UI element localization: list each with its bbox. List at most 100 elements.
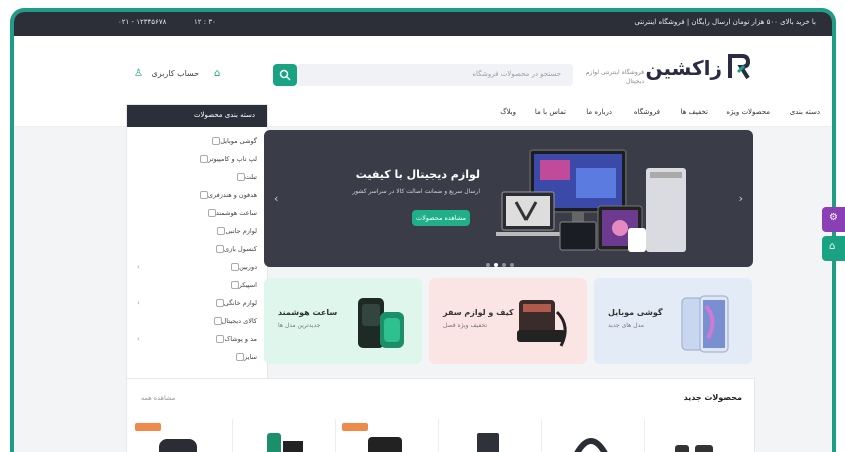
category-label: دوربین xyxy=(239,263,257,271)
slider-dot[interactable] xyxy=(510,263,514,267)
slider-next-arrow[interactable]: › xyxy=(739,192,743,205)
promo-banner-phone[interactable]: گوشی موبایل مدل های جدید xyxy=(594,278,752,364)
hero-slider[interactable]: ‹ › لوازم دیجیتال با کیفیت ارسال سریع و … xyxy=(264,130,753,267)
slider-dot[interactable] xyxy=(486,263,490,267)
category-menu-title: دسته بندی محصولات xyxy=(193,111,255,119)
search-button[interactable] xyxy=(273,64,297,86)
user-account-button[interactable]: ♙ حساب کاربری xyxy=(134,68,199,79)
product-image xyxy=(368,437,402,452)
category-icon xyxy=(215,299,224,307)
search-icon xyxy=(279,69,291,81)
category-item[interactable]: سایر xyxy=(232,353,257,361)
nav-item-contact[interactable]: تماس با ما xyxy=(535,108,566,116)
browser-frame: ۰۲۱ - ۱۲۳۴۵۶۷۸ ۱۲ : ۳۰ با خرید بالای ۵۰۰… xyxy=(10,8,836,452)
cart-button[interactable]: ⌂ xyxy=(214,68,220,79)
category-item[interactable]: ساعت هوشمند xyxy=(204,209,257,217)
category-icon xyxy=(200,155,209,163)
category-label: کالای دیجیتال xyxy=(221,317,257,325)
product-image xyxy=(159,439,197,452)
category-item[interactable]: کالای دیجیتال xyxy=(210,317,257,325)
chevron-left-icon: ‹ xyxy=(137,335,140,343)
category-icon xyxy=(199,191,208,199)
category-item[interactable]: لوازم جانبی xyxy=(213,227,257,235)
category-label: تبلت xyxy=(244,173,257,181)
category-item[interactable]: کنسول بازی xyxy=(212,245,257,253)
nav-item-discounts[interactable]: تخفیف ها xyxy=(681,108,708,116)
slider-dots xyxy=(486,252,518,267)
product-card[interactable] xyxy=(438,419,539,452)
section-title: محصولات جدید xyxy=(683,393,742,402)
category-label: لوازم خانگی xyxy=(223,299,257,307)
nav-item-about[interactable]: درباره ما xyxy=(586,108,612,116)
bag-image xyxy=(517,300,567,347)
banner-title: ساعت هوشمند xyxy=(278,308,338,317)
category-menu: دسته بندی محصولات گوشی موبایل لپ تاپ و ک… xyxy=(126,104,268,381)
category-icon xyxy=(230,281,239,289)
category-label: کنسول بازی xyxy=(223,245,257,253)
phone-number: ۰۲۱ - ۱۲۳۴۵۶۷۸ xyxy=(118,18,167,26)
slider-dot[interactable] xyxy=(502,263,506,267)
category-label: مد و پوشاک xyxy=(224,335,257,343)
product-image xyxy=(574,438,608,452)
product-image xyxy=(477,433,499,452)
product-card[interactable] xyxy=(541,419,642,452)
category-item[interactable]: اسپیکر xyxy=(227,281,257,289)
product-card[interactable] xyxy=(335,419,436,452)
gear-icon: ⚙ xyxy=(829,212,838,223)
category-item[interactable]: دوربین xyxy=(227,263,257,271)
promo-banner-bags[interactable]: کیف و لوازم سفر تخفیف ویژه فصل xyxy=(429,278,587,364)
banner-subtitle: جدیدترین مدل ها xyxy=(278,322,321,329)
category-label: هدفون و هندزفری xyxy=(207,191,257,199)
category-icon xyxy=(213,317,222,325)
promo-banner-watch[interactable]: ساعت هوشمند جدیدترین مدل ها xyxy=(264,278,422,364)
banner-title: کیف و لوازم سفر xyxy=(443,308,514,317)
product-card[interactable] xyxy=(232,419,333,452)
product-image xyxy=(267,433,303,452)
banner-subtitle: تخفیف ویژه فصل xyxy=(443,322,488,329)
category-icon xyxy=(236,173,245,181)
search-placeholder: جستجو در محصولات فروشگاه xyxy=(472,70,561,78)
top-bar-time: ۱۲ : ۳۰ xyxy=(194,18,216,26)
category-icon xyxy=(231,263,240,271)
category-label: لپ تاپ و کامپیوتر xyxy=(208,155,257,163)
user-icon: ♙ xyxy=(134,68,143,79)
category-item[interactable]: گوشی موبایل xyxy=(208,137,257,145)
slide-subtitle: ارسال سریع و ضمانت اصالت کالا در سراسر ک… xyxy=(352,188,480,195)
home-side-tab[interactable]: ⌂ xyxy=(822,236,845,261)
category-item[interactable]: تبلت xyxy=(233,173,257,181)
slider-prev-arrow[interactable]: ‹ xyxy=(274,192,278,205)
category-label: اسپیکر xyxy=(238,281,257,289)
category-item[interactable]: مد و پوشاک xyxy=(212,335,257,343)
top-bar: ۰۲۱ - ۱۲۳۴۵۶۷۸ ۱۲ : ۳۰ با خرید بالای ۵۰۰… xyxy=(14,12,832,36)
category-item[interactable]: لوازم خانگی xyxy=(212,299,257,307)
logo-text: زاکشین xyxy=(645,56,722,80)
category-item[interactable]: لپ تاپ و کامپیوتر xyxy=(196,155,257,163)
product-card[interactable] xyxy=(644,419,745,452)
category-icon xyxy=(236,353,245,361)
chevron-left-icon: ‹ xyxy=(137,263,140,271)
settings-side-tab[interactable]: ⚙ xyxy=(822,207,845,232)
nav-item-categories[interactable]: دسته بندی xyxy=(790,108,820,116)
category-label: لوازم جانبی xyxy=(225,227,257,235)
phone-image xyxy=(681,295,729,353)
product-card[interactable] xyxy=(129,419,229,452)
top-bar-notice: با خرید بالای ۵۰۰ هزار تومان ارسال رایگا… xyxy=(634,18,816,26)
slide-cta-button[interactable]: مشاهده محصولات xyxy=(412,210,470,226)
category-item[interactable]: هدفون و هندزفری xyxy=(196,191,257,199)
cart-icon: ⌂ xyxy=(214,68,221,79)
new-products-section: محصولات جدید مشاهده همه xyxy=(126,378,755,452)
banner-title: گوشی موبایل xyxy=(608,308,663,317)
slider-dot[interactable] xyxy=(494,263,498,267)
search-input[interactable]: جستجو در محصولات فروشگاه xyxy=(297,64,573,86)
category-label: ساعت هوشمند xyxy=(215,209,257,217)
category-icon xyxy=(215,245,224,253)
user-account-label: حساب کاربری xyxy=(151,69,200,78)
home-icon: ⌂ xyxy=(829,241,836,252)
view-all-link[interactable]: مشاهده همه xyxy=(141,394,175,402)
nav-item-shop[interactable]: فروشگاه xyxy=(634,108,660,116)
site-tagline: فروشگاه اینترنتی لوازم دیجیتال xyxy=(585,69,644,85)
nav-item-blog[interactable]: وبلاگ xyxy=(500,108,516,116)
nav-item-special[interactable]: محصولات ویژه xyxy=(726,108,770,116)
category-menu-header[interactable]: دسته بندی محصولات xyxy=(127,105,267,127)
category-label: سایر xyxy=(244,353,257,361)
